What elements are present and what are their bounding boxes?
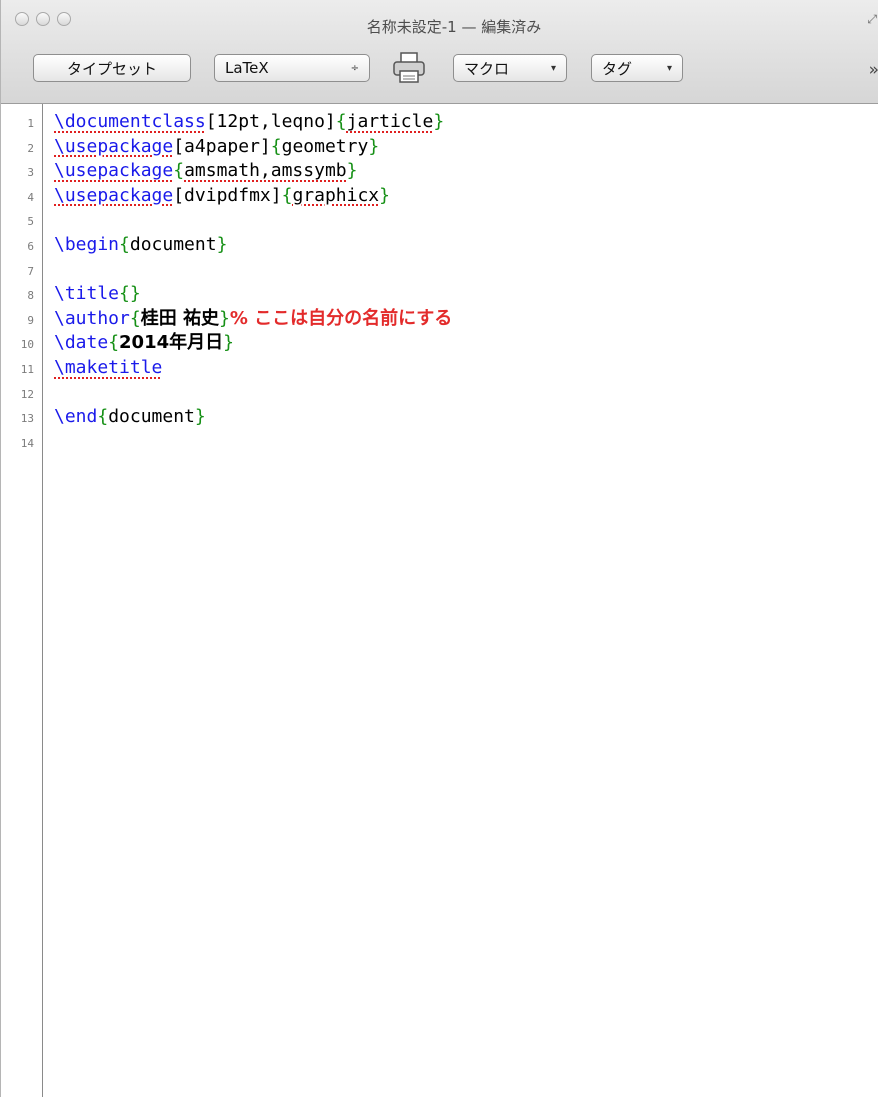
macro-label: マクロ (464, 59, 510, 78)
latex-argument: 桂田 祐史 (140, 307, 219, 329)
close-brace: } (223, 332, 234, 354)
line-number: 7 (27, 264, 34, 278)
line-number-gutter: 1 2 3 4 5 6 7 8 9 10 11 12 13 14 (1, 104, 43, 1097)
latex-command: \author (54, 307, 130, 329)
editor-window: 名称未設定-1 — 編集済み ⤢ タイプセット LaTeX ÷ マクロ ▾ タグ… (0, 0, 878, 1097)
code-line[interactable]: \documentclass[12pt,leqno]{jarticle} (54, 110, 444, 134)
line-number: 8 (27, 289, 34, 303)
open-brace: { (97, 406, 109, 428)
latex-command: \usepackage (54, 135, 174, 157)
close-brace: } (218, 307, 230, 329)
latex-argument: 2014年月日 (119, 332, 224, 354)
code-line[interactable]: \author{桂田 祐史}% ここは自分の名前にする (54, 307, 452, 331)
line-number: 3 (27, 166, 34, 180)
chevron-down-icon: ▾ (550, 62, 556, 74)
print-icon[interactable] (391, 51, 427, 85)
close-brace: } (368, 135, 380, 157)
open-brace: { (119, 234, 130, 255)
line-number: 9 (27, 313, 34, 327)
latex-option: [dvipdfmx] (173, 184, 282, 206)
latex-command: \usepackage (54, 160, 174, 182)
close-brace: } (346, 160, 358, 182)
latex-command: \maketitle (54, 357, 163, 378)
latex-option: [12pt,leqno] (205, 111, 336, 132)
latex-argument: jarticle (346, 111, 434, 132)
line-number: 11 (20, 363, 34, 376)
line-number: 13 (20, 412, 34, 426)
latex-argument: amsmath,amssymb (184, 160, 347, 182)
titlebar: 名称未設定-1 — 編集済み ⤢ タイプセット LaTeX ÷ マクロ ▾ タグ… (1, 0, 878, 104)
close-brace: } (216, 234, 228, 255)
latex-argument: document (108, 406, 195, 428)
fullscreen-icon[interactable]: ⤢ (867, 12, 877, 27)
engine-select[interactable]: LaTeX ÷ (214, 54, 370, 82)
latex-option: [a4paper] (173, 135, 271, 157)
latex-command: \usepackage (54, 184, 174, 206)
close-brace: } (379, 184, 390, 206)
code-line[interactable]: \usepackage{amsmath,amssymb} (54, 159, 357, 183)
code-line[interactable]: \date{2014年月日} (54, 331, 234, 355)
open-brace: { (108, 332, 120, 354)
open-brace: { (335, 111, 347, 132)
latex-argument: geometry (281, 135, 369, 157)
close-brace: } (129, 283, 141, 305)
line-number: 4 (27, 190, 34, 204)
latex-argument: graphicx (292, 184, 380, 206)
open-brace: { (173, 160, 185, 182)
line-number: 1 (27, 117, 34, 130)
latex-comment: % ここは自分の名前にする (229, 307, 453, 329)
latex-command: \end (54, 406, 98, 428)
latex-command: \date (54, 332, 109, 354)
source-editor[interactable]: 1 2 3 4 5 6 7 8 9 10 11 12 13 14 \documentclass[12pt,… (1, 104, 878, 1097)
line-number: 5 (27, 215, 34, 229)
line-number: 14 (20, 436, 34, 450)
line-number: 2 (27, 141, 34, 155)
tag-label: タグ (602, 59, 633, 78)
select-arrows-icon: ÷ (350, 62, 359, 74)
open-brace: { (129, 307, 141, 329)
window-title: 名称未設定-1 — 編集済み (366, 18, 542, 36)
open-brace: { (119, 283, 130, 305)
typeset-button[interactable]: タイプセット (33, 54, 191, 82)
open-brace: { (281, 184, 293, 206)
more-icon[interactable]: » (869, 60, 878, 80)
tag-menu-button[interactable]: タグ ▾ (591, 54, 683, 82)
engine-value: LaTeX (225, 59, 269, 77)
code-line[interactable]: \usepackage[dvipdfmx]{graphicx} (54, 184, 390, 208)
latex-command: \documentclass (54, 111, 206, 132)
chevron-down-icon: ▾ (666, 62, 672, 74)
line-number: 10 (20, 338, 34, 352)
line-number: 6 (27, 240, 34, 253)
latex-command: \title (54, 283, 120, 305)
code-line[interactable]: \maketitle (54, 356, 162, 380)
line-number: 12 (20, 387, 34, 401)
latex-command: \begin (54, 234, 120, 255)
close-brace: } (433, 111, 445, 132)
code-line[interactable]: \title{} (54, 282, 141, 306)
code-line[interactable]: \usepackage[a4paper]{geometry} (54, 135, 379, 159)
open-brace: { (270, 135, 282, 157)
typeset-label: タイプセット (66, 59, 157, 78)
code-line[interactable]: \begin{document} (54, 233, 227, 257)
close-brace: } (194, 406, 206, 428)
code-line[interactable]: \end{document} (54, 405, 206, 429)
macro-menu-button[interactable]: マクロ ▾ (453, 54, 567, 82)
latex-argument: document (129, 234, 217, 255)
